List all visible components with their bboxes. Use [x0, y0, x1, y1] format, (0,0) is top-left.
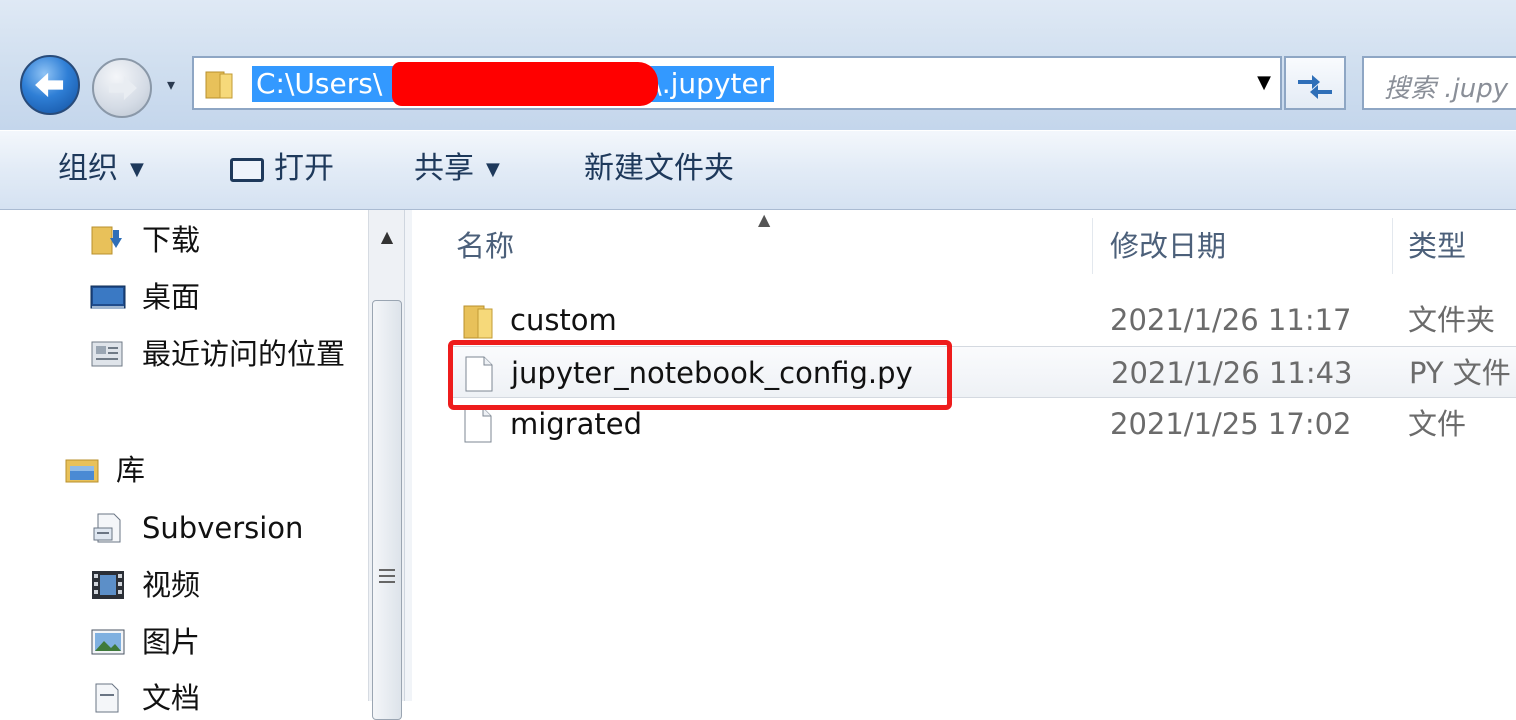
open-button[interactable]: 打开 [230, 149, 334, 189]
dropdown-arrow-icon: ▼ [1257, 72, 1271, 93]
column-header-type[interactable]: 类型 [1408, 224, 1466, 268]
nav-label: 文档 [142, 681, 201, 715]
recent-places-icon [91, 341, 123, 367]
back-arrow-icon [35, 72, 64, 98]
nav-label: 桌面 [142, 280, 201, 314]
file-row-custom[interactable]: custom 2021/1/26 11:17 文件夹 [448, 294, 1516, 346]
recent-pages-dropdown[interactable]: ▾ [160, 74, 182, 96]
chevron-down-icon: ▾ [166, 75, 176, 94]
nav-label: Subversion [142, 511, 304, 545]
search-placeholder: 搜索 .jupy [1384, 74, 1509, 104]
address-bar-region: ▾ C:\Users\ \.jupyter ▼ 搜索 .jupy [0, 0, 1516, 130]
file-modified: 2021/1/26 11:43 [1111, 356, 1353, 390]
pane-splitter[interactable] [404, 210, 412, 701]
folder-icon [205, 71, 233, 99]
file-type: PY 文件 [1409, 356, 1511, 390]
redaction-mark [392, 62, 658, 106]
nav-scrollbar[interactable]: ▲ [368, 210, 405, 720]
caret-down-icon: ▼ [486, 158, 500, 180]
video-icon [92, 571, 124, 599]
nav-label: 视频 [142, 568, 201, 602]
grip-icon [379, 569, 395, 583]
open-label: 打开 [274, 151, 334, 186]
file-icon [464, 407, 492, 443]
back-button[interactable] [20, 55, 80, 115]
share-label: 共享 [414, 151, 474, 186]
path-prefix: C:\Users\ [256, 67, 383, 100]
new-folder-label: 新建文件夹 [584, 151, 734, 186]
file-type: 文件夹 [1408, 303, 1496, 337]
organize-menu-button[interactable]: 组织 ▼ [58, 149, 144, 189]
navigation-pane: 下载 桌面 最近访问的位置 库 Subversion 视频 图片 文档 [0, 210, 368, 715]
new-folder-button[interactable]: 新建文件夹 [584, 149, 734, 189]
nav-label: 下载 [142, 223, 201, 257]
library-icon [65, 459, 99, 483]
caret-down-icon: ▼ [130, 158, 144, 180]
scroll-thumb[interactable] [372, 300, 402, 720]
picture-icon [91, 629, 125, 655]
refresh-icon [1298, 75, 1332, 99]
annotation-highlight-box [448, 340, 952, 410]
forward-button[interactable] [92, 58, 152, 118]
document-library-icon [93, 513, 121, 543]
column-header-name[interactable]: 名称 [456, 224, 514, 268]
file-list-view: ▲ 名称 修改日期 类型 custom 2021/1/26 11:17 文件夹 … [412, 210, 1516, 701]
file-type: 文件 [1408, 407, 1467, 441]
column-divider[interactable] [1392, 218, 1393, 274]
command-bar: 组织 ▼ 打开 共享 ▼ 新建文件夹 [0, 130, 1516, 210]
document-icon [95, 683, 119, 713]
column-header-modified[interactable]: 修改日期 [1110, 224, 1226, 268]
address-dropdown[interactable]: ▼ [1248, 58, 1280, 108]
share-menu-button[interactable]: 共享 ▼ [414, 149, 500, 189]
nav-label: 图片 [142, 625, 201, 659]
scroll-up-arrow-icon[interactable]: ▲ [369, 220, 405, 254]
open-window-icon [230, 157, 264, 182]
file-name: custom [510, 303, 617, 337]
file-modified: 2021/1/25 17:02 [1110, 407, 1352, 441]
folder-icon [463, 305, 493, 339]
nav-label: 最近访问的位置 [142, 337, 346, 371]
path-suffix: \.jupyter [652, 67, 771, 100]
address-input[interactable]: C:\Users\ \.jupyter [192, 56, 1282, 110]
refresh-button[interactable] [1284, 56, 1346, 110]
desktop-icon [90, 285, 126, 309]
sort-ascending-icon: ▲ [758, 210, 771, 229]
forward-arrow-icon [108, 75, 137, 101]
column-divider[interactable] [1092, 218, 1093, 274]
nav-label: 库 [116, 453, 146, 487]
organize-label: 组织 [58, 151, 118, 186]
search-input[interactable]: 搜索 .jupy [1362, 56, 1516, 110]
file-modified: 2021/1/26 11:17 [1110, 303, 1352, 337]
downloads-folder-icon [91, 226, 122, 255]
